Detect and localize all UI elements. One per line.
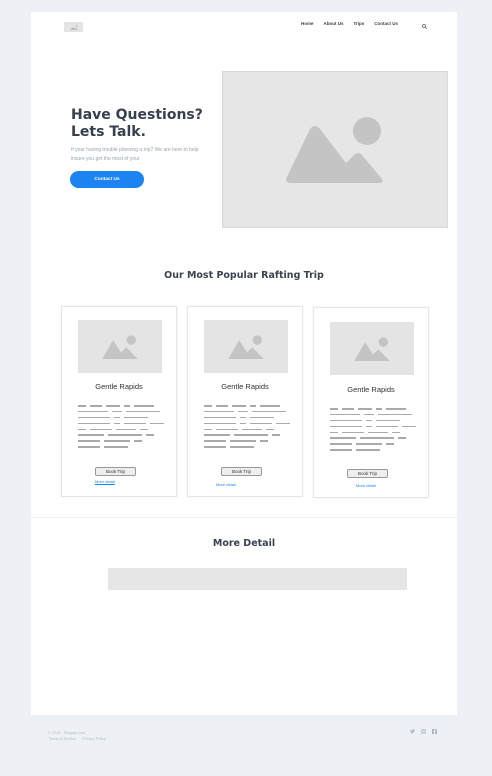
- search-icon[interactable]: [422, 24, 427, 29]
- placeholder-text: [330, 408, 416, 451]
- image-placeholder-icon: [286, 116, 383, 183]
- nav-trips[interactable]: Trips: [354, 21, 365, 26]
- nav-about-us[interactable]: About Us: [324, 21, 344, 26]
- trip-name: Gentle Rapids: [221, 382, 269, 391]
- trip-card: Gentle Rapids Book Trip More detail: [187, 306, 303, 497]
- trip-name: Gentle Rapids: [95, 382, 143, 391]
- popular-trips-title: Our Most Popular Rafting Trip: [164, 270, 324, 281]
- nav-contact-us[interactable]: Contact Us: [374, 21, 398, 26]
- nav-home[interactable]: Home: [301, 21, 314, 26]
- book-trip-button[interactable]: Book Trip: [221, 467, 262, 476]
- trip-card: Gentle Rapids Book Trip More detail: [313, 307, 429, 498]
- placeholder-text: [204, 405, 290, 448]
- more-detail-link[interactable]: More detail: [356, 483, 376, 488]
- book-trip-button[interactable]: Book Trip: [95, 467, 136, 476]
- terms-link[interactable]: Terms of Service: [48, 737, 76, 741]
- image-placeholder-icon: [354, 336, 390, 361]
- book-trip-button[interactable]: Book Trip: [347, 469, 388, 478]
- image-placeholder-icon: [69, 24, 78, 30]
- more-detail-link[interactable]: More detail: [95, 479, 115, 484]
- logo[interactable]: [64, 22, 83, 32]
- contact-us-button[interactable]: Contact Us: [70, 171, 144, 188]
- image-placeholder-icon: [228, 334, 264, 359]
- trip-image: [330, 322, 414, 375]
- placeholder-text: [78, 405, 164, 448]
- footer: © 2019 - Moqups.com Terms of Service Priv…: [48, 730, 112, 742]
- trip-card: Gentle Rapids Book Trip More detail: [61, 306, 177, 497]
- more-detail-placeholder: [108, 568, 407, 590]
- trip-image: [78, 320, 162, 373]
- hero-title-line-1: Have Questions?: [71, 107, 203, 123]
- section-divider: [31, 517, 457, 518]
- trip-name: Gentle Rapids: [347, 385, 395, 394]
- image-placeholder-icon: [102, 334, 138, 359]
- hero-title-line-2: Lets Talk.: [71, 124, 146, 140]
- instagram-icon[interactable]: [421, 729, 426, 734]
- privacy-link[interactable]: Privacy Policy: [82, 737, 106, 741]
- hero-text: If your having trouble planning a trip? …: [71, 147, 199, 162]
- hero-title: Have Questions? Lets Talk.: [71, 107, 203, 141]
- twitter-icon[interactable]: [410, 729, 415, 734]
- more-detail-title: More Detail: [212, 538, 276, 549]
- page-container: Home About Us Trips Contact Us Have Ques…: [31, 12, 457, 715]
- facebook-icon[interactable]: [432, 729, 437, 734]
- social-links: [410, 729, 437, 734]
- main-nav: Home About Us Trips Contact Us: [301, 21, 398, 26]
- trip-image: [204, 320, 288, 373]
- hero-image: [222, 71, 448, 228]
- more-detail-link[interactable]: More detail: [216, 482, 236, 487]
